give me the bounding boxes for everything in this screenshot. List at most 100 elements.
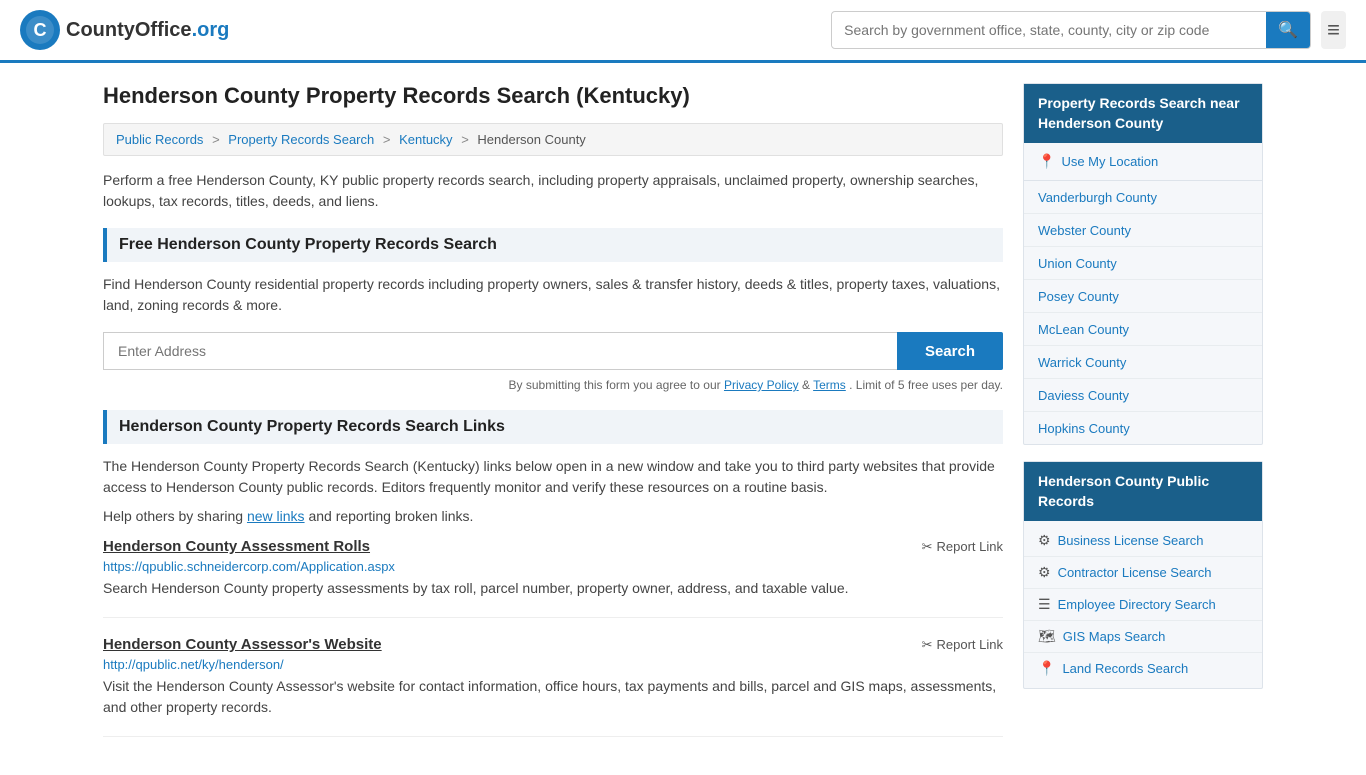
county-list: Vanderburgh County Webster County Union Co… — [1024, 181, 1262, 444]
sidebar-pr-heading: Henderson County Public Records — [1024, 462, 1262, 521]
sidebar-public-records-section: Henderson County Public Records ⚙ Busine… — [1023, 461, 1263, 689]
county-link-5[interactable]: Warrick County — [1038, 355, 1126, 370]
pr-item-1: ⚙ Contractor License Search — [1024, 557, 1262, 589]
share-links-text: Help others by sharing new links and rep… — [103, 508, 1003, 524]
intro-text: Perform a free Henderson County, KY publ… — [103, 170, 1003, 212]
pr-list: ⚙ Business License Search ⚙ Contractor L… — [1024, 521, 1262, 688]
pr-link-0[interactable]: Business License Search — [1058, 533, 1204, 548]
use-location[interactable]: 📍 Use My Location — [1024, 143, 1262, 181]
link-title-anchor-0[interactable]: Henderson County Assessment Rolls — [103, 538, 370, 555]
header-search-input[interactable] — [832, 14, 1266, 46]
hamburger-icon[interactable]: ≡ — [1321, 11, 1346, 49]
free-search-heading: Free Henderson County Property Records S… — [103, 228, 1003, 262]
pr-icon-2: ☰ — [1038, 596, 1051, 613]
link-entry-0: Henderson County Assessment Rolls ✂ Repo… — [103, 538, 1003, 618]
pr-icon-1: ⚙ — [1038, 564, 1051, 581]
links-section: Henderson County Property Records Search… — [103, 410, 1003, 737]
links-description: The Henderson County Property Records Se… — [103, 456, 1003, 498]
disclaimer-suffix: . Limit of 5 free uses per day. — [849, 378, 1003, 392]
share-suffix: and reporting broken links. — [308, 508, 473, 524]
sidebar-county-item-2: Union County — [1024, 247, 1262, 280]
sidebar-nearby-heading: Property Records Search near Henderson C… — [1024, 84, 1262, 143]
page-title: Henderson County Property Records Search… — [103, 83, 1003, 109]
address-input[interactable] — [103, 332, 897, 370]
logo-text: CountyOffice.org — [66, 19, 229, 42]
report-link-btn-0[interactable]: ✂ Report Link — [922, 539, 1003, 555]
link-desc-1: Visit the Henderson County Assessor's we… — [103, 676, 1003, 718]
free-search-desc: Find Henderson County residential proper… — [103, 274, 1003, 316]
address-search-area: Search By submitting this form you agree… — [103, 332, 1003, 392]
link-url-0: https://qpublic.schneidercorp.com/Applic… — [103, 559, 1003, 574]
sidebar-nearby-section: Property Records Search near Henderson C… — [1023, 83, 1263, 445]
use-location-link[interactable]: Use My Location — [1061, 154, 1158, 169]
sidebar-county-item-7: Hopkins County — [1024, 412, 1262, 444]
pr-icon-0: ⚙ — [1038, 532, 1051, 549]
county-link-6[interactable]: Daviess County — [1038, 388, 1129, 403]
county-link-3[interactable]: Posey County — [1038, 289, 1119, 304]
link-entries: Henderson County Assessment Rolls ✂ Repo… — [103, 538, 1003, 737]
privacy-policy-link[interactable]: Privacy Policy — [724, 378, 799, 392]
breadcrumb-sep-1: > — [212, 132, 220, 147]
breadcrumb-henderson-county: Henderson County — [477, 132, 585, 147]
link-entry-1: Henderson County Assessor's Website ✂ Re… — [103, 636, 1003, 737]
terms-link[interactable]: Terms — [813, 378, 846, 392]
logo-area: C CountyOffice.org — [20, 10, 229, 50]
header-search-container: 🔍 — [831, 11, 1311, 49]
sidebar: Property Records Search near Henderson C… — [1023, 83, 1263, 755]
pr-link-2[interactable]: Employee Directory Search — [1058, 597, 1216, 612]
pr-link-3[interactable]: GIS Maps Search — [1063, 629, 1166, 644]
link-entry-header-0: Henderson County Assessment Rolls ✂ Repo… — [103, 538, 1003, 555]
link-url-1: http://qpublic.net/ky/henderson/ — [103, 657, 1003, 672]
sidebar-county-item-4: McLean County — [1024, 313, 1262, 346]
link-entry-header-1: Henderson County Assessor's Website ✂ Re… — [103, 636, 1003, 653]
link-title-anchor-1[interactable]: Henderson County Assessor's Website — [103, 636, 382, 653]
link-desc-0: Search Henderson County property assessm… — [103, 578, 1003, 599]
new-links-link[interactable]: new links — [247, 508, 305, 524]
link-title-0: Henderson County Assessment Rolls — [103, 538, 370, 555]
county-link-2[interactable]: Union County — [1038, 256, 1117, 271]
location-pin-icon: 📍 — [1038, 153, 1055, 170]
sidebar-county-item-5: Warrick County — [1024, 346, 1262, 379]
county-link-0[interactable]: Vanderburgh County — [1038, 190, 1157, 205]
pr-icon-4: 📍 — [1038, 660, 1055, 677]
pr-item-3: 🗺 GIS Maps Search — [1024, 621, 1262, 653]
breadcrumb: Public Records > Property Records Search… — [103, 123, 1003, 156]
breadcrumb-sep-2: > — [383, 132, 391, 147]
pr-item-2: ☰ Employee Directory Search — [1024, 589, 1262, 621]
logo-suffix: .org — [192, 19, 230, 41]
logo-icon: C — [20, 10, 60, 50]
header-search-button[interactable]: 🔍 — [1266, 12, 1310, 48]
county-link-7[interactable]: Hopkins County — [1038, 421, 1130, 436]
logo-brand: CountyOffice — [66, 19, 192, 41]
search-icon: 🔍 — [1278, 22, 1298, 39]
pr-item-0: ⚙ Business License Search — [1024, 525, 1262, 557]
pr-link-4[interactable]: Land Records Search — [1062, 661, 1188, 676]
sidebar-county-item-6: Daviess County — [1024, 379, 1262, 412]
breadcrumb-public-records[interactable]: Public Records — [116, 132, 203, 147]
search-button[interactable]: Search — [897, 332, 1003, 370]
pr-item-4: 📍 Land Records Search — [1024, 653, 1262, 684]
pr-icon-3: 🗺 — [1038, 628, 1056, 645]
breadcrumb-property-records[interactable]: Property Records Search — [228, 132, 374, 147]
address-form: Search — [103, 332, 1003, 370]
header-right: 🔍 ≡ — [831, 11, 1346, 49]
report-label-1: Report Link — [937, 637, 1003, 652]
sidebar-county-item-0: Vanderburgh County — [1024, 181, 1262, 214]
report-icon-1: ✂ — [922, 637, 933, 653]
svg-text:C: C — [34, 20, 47, 40]
link-title-1: Henderson County Assessor's Website — [103, 636, 382, 653]
county-link-4[interactable]: McLean County — [1038, 322, 1129, 337]
report-icon-0: ✂ — [922, 539, 933, 555]
county-link-1[interactable]: Webster County — [1038, 223, 1131, 238]
form-disclaimer: By submitting this form you agree to our… — [103, 378, 1003, 392]
report-label-0: Report Link — [937, 539, 1003, 554]
disclaimer-text: By submitting this form you agree to our — [509, 378, 721, 392]
report-link-btn-1[interactable]: ✂ Report Link — [922, 637, 1003, 653]
sidebar-county-item-1: Webster County — [1024, 214, 1262, 247]
breadcrumb-sep-3: > — [461, 132, 469, 147]
links-section-heading: Henderson County Property Records Search… — [103, 410, 1003, 444]
main-container: Henderson County Property Records Search… — [83, 83, 1283, 755]
breadcrumb-kentucky[interactable]: Kentucky — [399, 132, 452, 147]
pr-link-1[interactable]: Contractor License Search — [1058, 565, 1212, 580]
content-area: Henderson County Property Records Search… — [103, 83, 1003, 755]
